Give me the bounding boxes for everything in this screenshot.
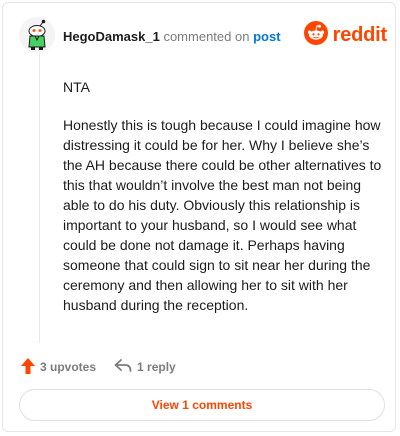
commented-on-text: commented on — [163, 29, 250, 44]
comment-header: HegoDamask_1 commented on post reddit — [19, 15, 389, 59]
reddit-wordmark: reddit — [332, 24, 388, 46]
comment-body: NTA Honestly this is tough because I cou… — [63, 77, 385, 333]
comment-paragraph: Honestly this is tough because I could i… — [63, 117, 382, 313]
upvote-button[interactable]: 3 upvotes — [21, 357, 97, 377]
comment-card: HegoDamask_1 commented on post reddit NT… — [2, 2, 396, 432]
snoo-avatar-icon[interactable] — [19, 17, 55, 53]
view-comments-button[interactable]: View 1 comments — [19, 389, 385, 421]
username-link[interactable]: HegoDamask_1 — [63, 29, 160, 44]
reddit-logo-icon — [303, 21, 328, 50]
reply-arrow-icon — [114, 358, 137, 376]
post-link[interactable]: post — [253, 29, 280, 44]
upvote-count: 3 upvotes — [40, 360, 97, 374]
reply-count: 1 reply — [137, 360, 176, 374]
reply-button[interactable]: 1 reply — [114, 358, 176, 376]
comment-byline: HegoDamask_1 commented on post — [63, 29, 281, 44]
comment-paragraph: NTA — [63, 79, 90, 95]
comment-actions: 3 upvotes 1 reply — [21, 357, 194, 377]
upvote-arrow-icon — [21, 357, 40, 377]
thread-line[interactable] — [39, 53, 40, 343]
reddit-brand[interactable]: reddit — [303, 21, 388, 50]
